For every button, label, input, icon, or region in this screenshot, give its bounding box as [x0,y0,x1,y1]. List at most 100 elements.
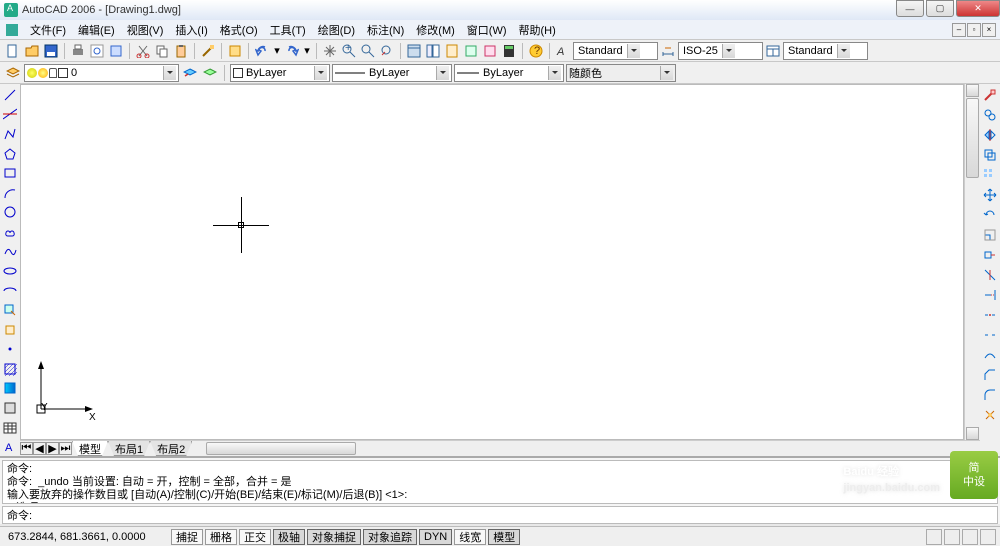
plotstyle-combo[interactable]: 随颜色 [566,64,676,82]
tab-layout2[interactable]: 布局2 [150,441,192,456]
menu-modify[interactable]: 修改(M) [410,20,461,40]
status-polar[interactable]: 极轴 [273,529,305,545]
paste-icon[interactable] [172,42,190,60]
trim-icon[interactable] [981,266,999,284]
save-icon[interactable] [42,42,60,60]
table-style-icon[interactable] [764,42,782,60]
undo-dropdown[interactable]: ▾ [272,42,282,60]
block-editor-icon[interactable] [226,42,244,60]
scroll-down-button[interactable] [966,427,979,440]
undo-icon[interactable] [253,42,271,60]
hatch-icon[interactable] [1,360,19,378]
pan-icon[interactable] [321,42,339,60]
sheet-set-icon[interactable] [462,42,480,60]
drawing-canvas[interactable]: Y X [20,84,964,440]
copy-obj-icon[interactable] [981,106,999,124]
break-icon[interactable] [981,326,999,344]
table-style-combo[interactable]: Standard [783,42,868,60]
redo-dropdown[interactable]: ▾ [302,42,312,60]
stretch-icon[interactable] [981,246,999,264]
extend-icon[interactable] [981,286,999,304]
new-icon[interactable] [4,42,22,60]
erase-icon[interactable] [981,86,999,104]
make-block-icon[interactable] [1,321,19,339]
coords-display[interactable]: 673.2844, 681.3661, 0.0000 [0,531,170,543]
rectangle-icon[interactable] [1,164,19,182]
scroll-up-button[interactable] [966,84,979,97]
plot-preview-icon[interactable] [88,42,106,60]
scroll-thumb-v[interactable] [966,98,979,178]
point-icon[interactable] [1,341,19,359]
layer-states-icon[interactable] [201,64,219,82]
mdi-restore[interactable]: ▫ [967,23,981,37]
status-osnap[interactable]: 对象捕捉 [307,529,361,545]
status-ortho[interactable]: 正交 [239,529,271,545]
text-style-combo[interactable]: Standard [573,42,658,60]
mdi-close[interactable]: × [982,23,996,37]
insert-block-icon[interactable] [1,301,19,319]
status-snap[interactable]: 捕捉 [171,529,203,545]
offset-icon[interactable] [981,146,999,164]
text-style-icon[interactable]: A [554,42,572,60]
ellipse-icon[interactable] [1,262,19,280]
open-icon[interactable] [23,42,41,60]
maximize-button[interactable]: ▢ [926,0,954,17]
table-icon[interactable] [1,419,19,437]
explode-icon[interactable] [981,406,999,424]
mtext-icon[interactable]: A [1,438,19,456]
layer-combo[interactable]: 0 [24,64,179,82]
menu-format[interactable]: 格式(O) [214,20,264,40]
polygon-icon[interactable] [1,145,19,163]
tool-palettes-icon[interactable] [443,42,461,60]
status-grid[interactable]: 栅格 [205,529,237,545]
command-input[interactable] [32,509,993,521]
rotate-icon[interactable] [981,206,999,224]
status-model[interactable]: 模型 [488,529,520,545]
menu-file[interactable]: 文件(F) [24,20,72,40]
zoom-realtime-icon[interactable]: + [340,42,358,60]
scale-icon[interactable] [981,226,999,244]
markup-icon[interactable] [481,42,499,60]
circle-icon[interactable] [1,203,19,221]
join-icon[interactable] [981,346,999,364]
menu-insert[interactable]: 插入(I) [169,20,213,40]
xline-icon[interactable] [1,106,19,124]
menu-view[interactable]: 视图(V) [121,20,170,40]
tab-layout1[interactable]: 布局1 [108,441,150,456]
tab-nav-next[interactable]: ▶ [46,442,59,455]
fillet-icon[interactable] [981,386,999,404]
minimize-button[interactable]: — [896,0,924,17]
polyline-icon[interactable] [1,125,19,143]
tab-model[interactable]: 模型 [72,441,108,456]
vertical-scrollbar[interactable] [964,84,980,440]
quickcalc-icon[interactable] [500,42,518,60]
menu-tools[interactable]: 工具(T) [264,20,312,40]
design-center-icon[interactable] [424,42,442,60]
zoom-window-icon[interactable] [359,42,377,60]
publish-icon[interactable] [107,42,125,60]
color-combo[interactable]: ByLayer [230,64,330,82]
move-icon[interactable] [981,186,999,204]
array-icon[interactable] [981,166,999,184]
status-otrack[interactable]: 对象追踪 [363,529,417,545]
menu-help[interactable]: 帮助(H) [513,20,562,40]
menu-window[interactable]: 窗口(W) [461,20,513,40]
ellipse-arc-icon[interactable] [1,282,19,300]
layer-previous-icon[interactable] [181,64,199,82]
linetype-combo[interactable]: ByLayer [332,64,452,82]
properties-icon[interactable] [405,42,423,60]
copy-icon[interactable] [153,42,171,60]
command-history[interactable]: 命令: 命令: _undo 当前设置: 自动 = 开，控制 = 全部，合并 = … [2,460,998,504]
menu-dim[interactable]: 标注(N) [361,20,410,40]
cut-icon[interactable] [134,42,152,60]
break-point-icon[interactable] [981,306,999,324]
zoom-previous-icon[interactable] [378,42,396,60]
close-button[interactable]: ✕ [956,0,1000,17]
tab-nav-first[interactable]: ⏮ [20,442,33,455]
gradient-icon[interactable] [1,380,19,398]
redo-icon[interactable] [283,42,301,60]
tray-lock-icon[interactable] [944,529,960,545]
help-icon[interactable]: ? [527,42,545,60]
revcloud-icon[interactable] [1,223,19,241]
menu-edit[interactable]: 编辑(E) [72,20,121,40]
